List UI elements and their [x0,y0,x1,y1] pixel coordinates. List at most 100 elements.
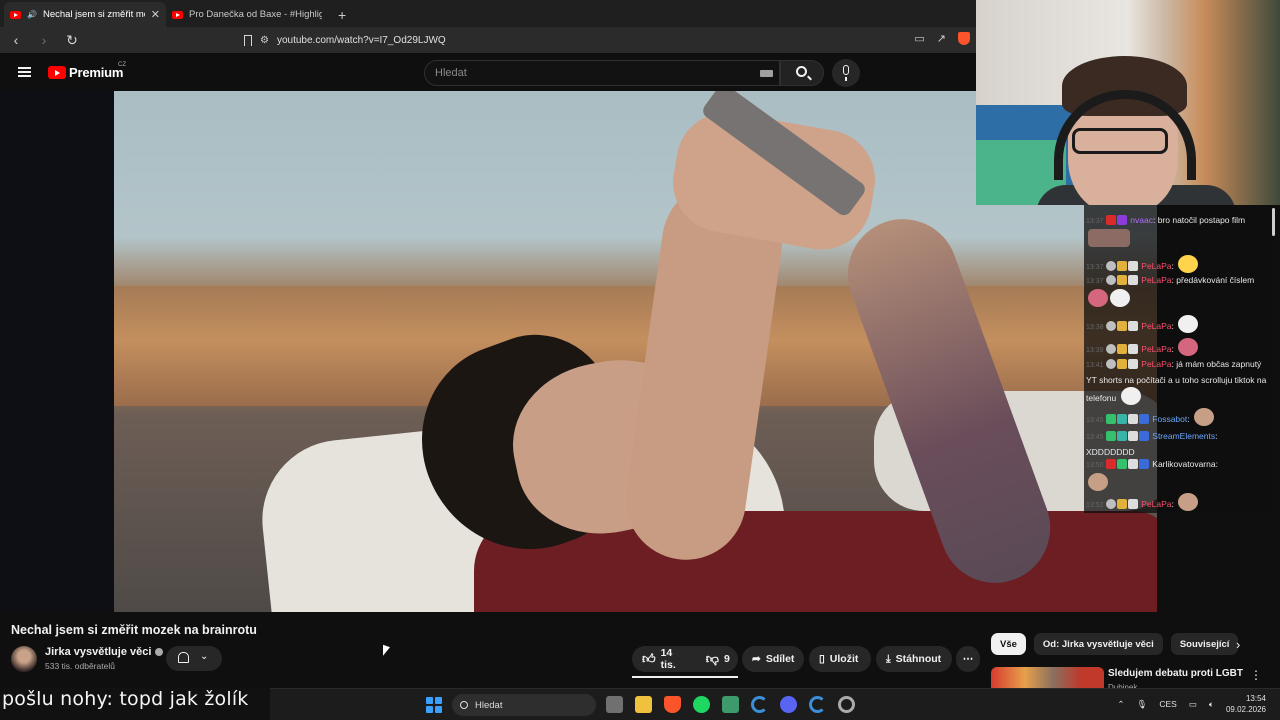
youtube-logo[interactable]: Premium [48,65,123,80]
app-icon[interactable] [722,696,739,713]
badge-icon [1116,359,1127,369]
emote-icon [1193,408,1214,426]
chevron-up-icon[interactable]: ⌃ [1117,699,1124,710]
more-actions-button[interactable]: ⋯ [956,646,980,672]
chip-all[interactable]: Vše [991,633,1026,655]
app-record-icon[interactable] [838,696,855,713]
recommended-thumbnail[interactable] [991,667,1104,689]
file-explorer-icon[interactable] [635,696,652,713]
bookmark-icon: ▯ [819,653,825,665]
player-left-margin [0,91,114,612]
new-tab-button[interactable]: + [338,2,346,27]
chat-time: 13:37 [1086,218,1104,225]
emote-icon [1178,338,1199,356]
channel-name[interactable]: Jirka vysvětluje věci [45,646,164,658]
channel-avatar[interactable] [11,646,37,672]
badge-icon [1138,459,1149,469]
search-button[interactable] [780,60,824,86]
chevron-down-icon: ⌄ [200,651,209,662]
chat-username: PeLaPa [1141,261,1172,271]
site-info-icon[interactable]: ⚙ [260,35,269,46]
chat-time: 13:45 [1086,434,1104,441]
dislike-button[interactable]: 👎︎ 9 [696,646,740,672]
chevron-right-icon[interactable]: › [1236,637,1240,652]
microphone-icon[interactable]: 🎙︎ [1137,699,1148,710]
search-placeholder: Hledat [435,67,467,79]
network-icon[interactable]: ▭ [1189,699,1197,710]
speaker-icon[interactable]: 🔊 [27,10,37,19]
share-button[interactable]: ➦ Sdílet [742,646,804,672]
taskbar-search-placeholder: Hledat [475,699,503,711]
badge-icon [1116,344,1127,354]
reload-icon[interactable]: ↻ [64,32,80,49]
share-page-icon[interactable]: ↗ [937,32,946,45]
bookmark-icon[interactable] [244,34,252,46]
badge-icon [1127,459,1138,469]
more-vert-icon[interactable]: ⋮ [1250,668,1262,682]
screenshot-icon[interactable]: ▭ [914,32,924,45]
windows-start-icon[interactable] [426,697,442,713]
dislike-count: 9 [723,653,730,665]
voice-search-button[interactable] [832,59,860,87]
clock[interactable]: 13:54 09.02.2026 [1226,693,1266,715]
menu-icon[interactable] [18,67,31,77]
chat-username: PeLaPa [1141,499,1172,509]
thumbs-up-icon: 👍︎ [642,651,656,666]
chat-time: 13:50 [1086,462,1104,469]
chat-username: StreamElements [1152,431,1216,441]
emote-icon [1110,289,1130,307]
spotify-icon[interactable] [693,696,710,713]
chip-channel[interactable]: Od: Jirka vysvětluje věci [1033,633,1163,655]
chat-message: 13:39 PeLaPa: [1086,338,1272,358]
browser-tab-active[interactable]: 🔊 Nechal jsem si změřit mozek ✕ [4,2,166,27]
forward-icon[interactable]: › [36,32,52,48]
app-c-icon[interactable] [809,696,826,713]
badge-icon [1105,344,1116,354]
clock-date: 09.02.2026 [1225,705,1266,714]
chat-scrollbar[interactable] [1272,208,1275,236]
keyboard-icon[interactable] [760,70,773,77]
chip-related[interactable]: Související [1170,633,1239,655]
badge-icon [1116,261,1127,271]
discord-icon[interactable] [780,696,797,713]
badge-icon [1116,275,1127,285]
chat-time: 13:45 [1086,417,1104,424]
url-text: youtube.com/watch?v=I7_Od29LJWQ [276,34,446,46]
chat-message: 13:50 Karlikovatovarna: [1086,457,1272,491]
emote-icon [1088,473,1108,491]
app-c-icon[interactable] [751,696,768,713]
subscribed-notifications-button[interactable]: ⌄ [166,646,222,671]
close-icon[interactable]: ✕ [151,8,160,21]
chat-username: nvaac [1130,215,1153,225]
language-indicator[interactable]: CES [1159,699,1176,709]
task-view-icon[interactable] [606,696,623,713]
share-icon: ➦ [752,653,761,665]
recommended-title[interactable]: Sledujem debatu proti LGBT [1108,668,1243,679]
chat-message: 13:37 PeLaPa: [1086,255,1272,275]
download-button[interactable]: ⤓ Stáhnout [876,646,952,672]
badge-icon [1116,459,1127,469]
badge-icon [1127,499,1138,509]
taskbar-search[interactable]: Hledat [452,694,596,716]
chat-time: 13:41 [1086,362,1104,369]
back-icon[interactable]: ‹ [8,32,24,48]
save-button[interactable]: ▯ Uložit [809,646,871,672]
search-input[interactable]: Hledat [424,60,780,86]
like-button[interactable]: 👍︎ 14 tis. [632,646,686,672]
badge-icon [1138,414,1149,424]
badge-icon [1105,431,1116,441]
chat-message: 13:37 nvaac: bro natočil postapo film [1086,213,1272,247]
badge-icon [1105,459,1116,469]
brave-browser-icon[interactable] [664,696,681,713]
chat-message: 13:37 PeLaPa: předávkování číslem [1086,273,1272,307]
youtube-favicon-icon [172,10,183,19]
browser-tab[interactable]: Pro Danečka od Baxe - #Highlights [166,2,328,27]
chat-username: Fossabot [1152,414,1188,424]
emote-icon [1178,315,1199,333]
video-title: Nechal jsem si změřit mozek na brainrotu [11,623,257,637]
volume-icon[interactable]: 🔈︎ [1209,699,1214,710]
address-bar[interactable]: ⚙ youtube.com/watch?v=I7_Od29LJWQ [244,30,714,50]
emote-icon [1088,289,1108,307]
brave-shield-icon[interactable] [958,32,970,45]
save-label: Uložit [829,653,859,665]
